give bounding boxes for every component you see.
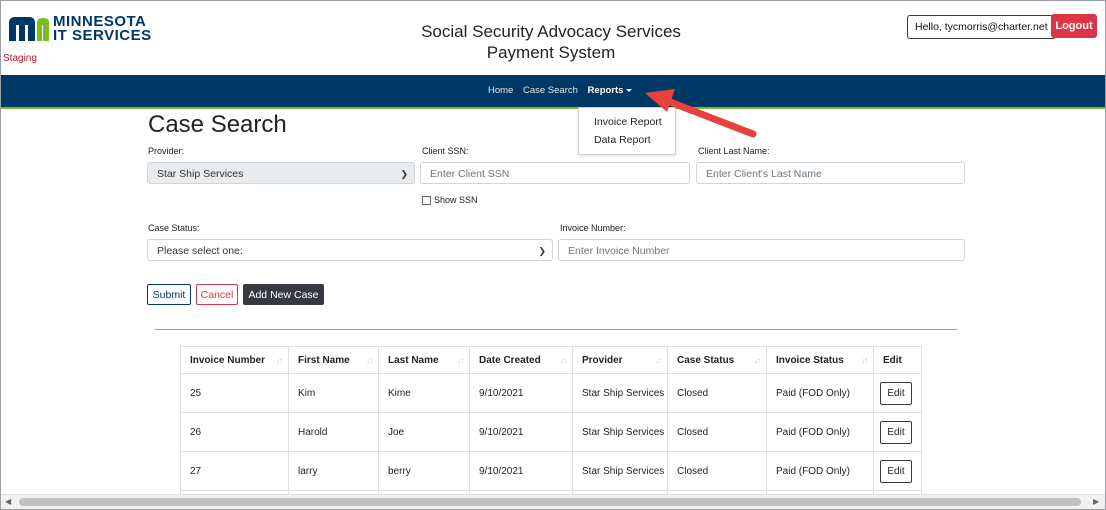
edit-button[interactable]: Edit <box>880 459 912 483</box>
edit-button[interactable]: Edit <box>880 420 912 444</box>
menu-item-invoice-report[interactable]: Invoice Report <box>579 113 675 131</box>
provider-select-value: Star Ship Services <box>157 168 244 180</box>
col-last-name[interactable]: Last Name ↓↑ <box>378 346 470 374</box>
provider-select[interactable]: Star Ship Services ❯ <box>147 162 415 184</box>
sort-icon: ↓↑ <box>457 356 464 365</box>
col-edit: Edit <box>873 346 922 374</box>
user-account-button[interactable]: Hello, tycmorris@charter.net <box>907 15 1056 39</box>
cell-invoice-number: 25 <box>180 373 289 413</box>
col-label: First Name <box>298 354 350 366</box>
checkbox-icon <box>422 196 431 206</box>
environment-label: Staging <box>3 53 37 64</box>
sort-icon: ↓↑ <box>754 356 761 365</box>
chevron-down-icon: ❯ <box>400 169 408 179</box>
section-divider <box>155 329 957 330</box>
col-invoice-status[interactable]: Invoice Status ↓↑ <box>766 346 874 374</box>
nav-home[interactable]: Home <box>488 85 513 96</box>
sort-icon: ↓↑ <box>366 356 373 365</box>
horizontal-scrollbar[interactable]: ◀ ▶ <box>1 494 1105 509</box>
sort-icon: ↓↑ <box>560 356 567 365</box>
cell-date-created: 9/10/2021 <box>469 373 573 413</box>
show-ssn-label: Show SSN <box>434 195 478 205</box>
cancel-button[interactable]: Cancel <box>196 284 238 305</box>
cell-first-name: Kim <box>288 373 379 413</box>
cell-last-name: berry <box>378 451 470 491</box>
menu-item-data-report[interactable]: Data Report <box>579 131 675 149</box>
cell-case-status: Closed <box>667 412 767 452</box>
cell-invoice-number: 27 <box>180 451 289 491</box>
cell-case-status: Closed <box>667 373 767 413</box>
reports-dropdown-menu: Invoice Report Data Report <box>578 107 676 155</box>
site-header: MINNESOTA IT SERVICES Staging Social Sec… <box>1 1 1105 75</box>
invoice-number-label: Invoice Number: <box>560 223 626 233</box>
ssn-label: Client SSN: <box>422 146 469 156</box>
table-row: 25 Kim Kime 9/10/2021 Star Ship Services… <box>180 373 922 413</box>
cell-invoice-status: Paid (FOD Only) <box>766 451 874 491</box>
cell-invoice-number: 26 <box>180 412 289 452</box>
lastname-label: Client Last Name: <box>698 146 770 156</box>
scroll-right-icon[interactable]: ▶ <box>1093 497 1099 506</box>
case-status-value: Please select one: <box>157 245 243 257</box>
cell-provider: Star Ship Services <box>572 373 668 413</box>
sort-icon: ↓↑ <box>276 356 283 365</box>
cell-last-name: Kime <box>378 373 470 413</box>
table-row: 27 larry berry 9/10/2021 Star Ship Servi… <box>180 451 922 491</box>
case-status-label: Case Status: <box>148 223 200 233</box>
nav-case-search[interactable]: Case Search <box>523 85 578 96</box>
browser-viewport: MINNESOTA IT SERVICES Staging Social Sec… <box>0 0 1106 510</box>
col-first-name[interactable]: First Name ↓↑ <box>288 346 379 374</box>
col-label: Last Name <box>388 354 439 366</box>
case-search-title: Case Search <box>148 111 287 138</box>
sort-icon: ↓↑ <box>861 356 868 365</box>
sort-icon: ↓↑ <box>655 356 662 365</box>
cell-last-name: Joe <box>378 412 470 452</box>
cell-case-status: Closed <box>667 451 767 491</box>
cell-provider: Star Ship Services <box>572 412 668 452</box>
main-navbar: Home Case Search Reports <box>1 75 1105 109</box>
col-label: Invoice Status <box>776 354 844 366</box>
caret-down-icon <box>626 88 633 92</box>
cell-first-name: Harold <box>288 412 379 452</box>
col-invoice-number[interactable]: Invoice Number ↓↑ <box>180 346 289 374</box>
ssn-input[interactable]: Enter Client SSN <box>420 162 690 184</box>
logout-button[interactable]: Logout <box>1051 14 1097 38</box>
submit-button[interactable]: Submit <box>147 284 191 305</box>
edit-button[interactable]: Edit <box>880 381 912 405</box>
cell-edit: Edit <box>873 373 922 413</box>
case-status-select[interactable]: Please select one: ❯ <box>147 239 553 261</box>
cell-date-created: 9/10/2021 <box>469 412 573 452</box>
cell-edit: Edit <box>873 412 922 452</box>
table-header-row: Invoice Number ↓↑ First Name ↓↑ Last Name ↓… <box>180 346 922 374</box>
scroll-left-icon[interactable]: ◀ <box>5 497 11 506</box>
page-title-header: Social Security Advocacy Services Paymen… <box>421 22 681 62</box>
nav-links: Home Case Search Reports <box>488 85 639 96</box>
nav-reports-dropdown[interactable]: Reports <box>588 85 633 96</box>
add-new-case-button[interactable]: Add New Case <box>243 284 324 305</box>
cell-provider: Star Ship Services <box>572 451 668 491</box>
lastname-input[interactable]: Enter Client's Last Name <box>696 162 965 184</box>
col-label: Date Created <box>479 354 541 366</box>
col-label: Invoice Number <box>190 354 266 366</box>
invoice-number-input[interactable]: Enter Invoice Number <box>558 239 965 261</box>
mn-logo-icon <box>9 17 49 41</box>
col-case-status[interactable]: Case Status ↓↑ <box>667 346 767 374</box>
cell-edit: Edit <box>873 451 922 491</box>
cell-date-created: 9/10/2021 <box>469 451 573 491</box>
col-date-created[interactable]: Date Created ↓↑ <box>469 346 573 374</box>
table-row: 26 Harold Joe 9/10/2021 Star Ship Servic… <box>180 412 922 452</box>
logo-wordmark: MINNESOTA IT SERVICES <box>53 13 152 44</box>
col-label: Case Status <box>677 354 735 366</box>
col-label: Provider <box>582 354 623 366</box>
chevron-down-icon: ❯ <box>538 246 546 256</box>
cases-table: Invoice Number ↓↑ First Name ↓↑ Last Name ↓… <box>180 346 922 509</box>
show-ssn-checkbox[interactable]: Show SSN <box>422 195 478 206</box>
scrollbar-thumb[interactable] <box>19 498 1081 506</box>
col-label: Edit <box>883 354 902 366</box>
cell-invoice-status: Paid (FOD Only) <box>766 412 874 452</box>
cell-invoice-status: Paid (FOD Only) <box>766 373 874 413</box>
col-provider[interactable]: Provider ↓↑ <box>572 346 668 374</box>
nav-reports-label: Reports <box>587 85 624 96</box>
provider-label: Provider: <box>148 146 185 156</box>
cell-first-name: larry <box>288 451 379 491</box>
